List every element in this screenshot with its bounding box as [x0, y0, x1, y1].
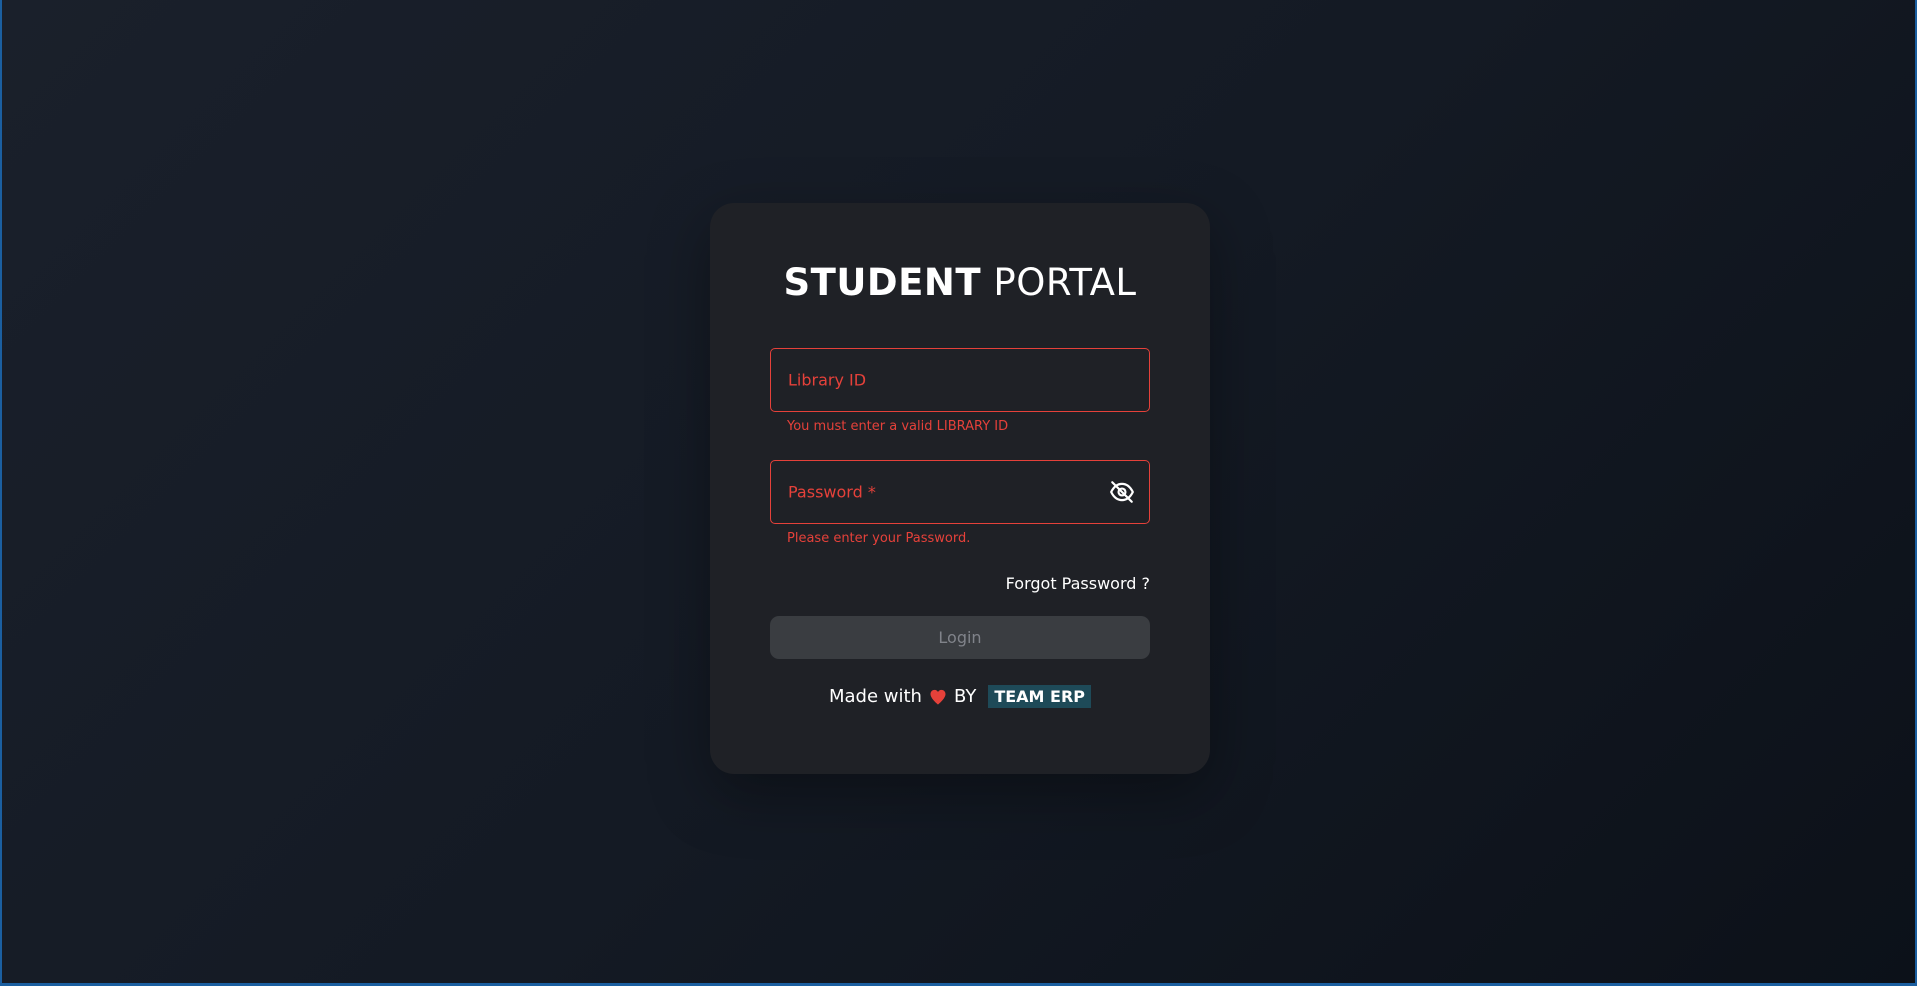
login-card: STUDENT PORTAL Library ID You must enter… [710, 203, 1210, 774]
password-field[interactable]: Password * [770, 460, 1150, 524]
team-badge: TEAM ERP [988, 685, 1092, 708]
forgot-password-link[interactable]: Forgot Password ? [1006, 574, 1150, 593]
made-with-text: Made with [828, 686, 922, 707]
eye-off-icon[interactable] [1109, 479, 1135, 505]
footer-credit: Made with BY TEAM ERP [710, 685, 1210, 708]
page-title: STUDENT PORTAL [710, 261, 1210, 304]
heart-icon [928, 687, 948, 707]
library-id-field[interactable]: Library ID [770, 348, 1150, 412]
by-text: BY [953, 686, 977, 707]
library-id-placeholder: Library ID [788, 370, 867, 390]
title-light: PORTAL [993, 261, 1137, 304]
password-error: Please enter your Password. [787, 531, 971, 546]
password-placeholder: Password * [788, 482, 876, 502]
library-id-error: You must enter a valid LIBRARY ID [787, 419, 1009, 434]
title-bold: STUDENT [783, 261, 982, 304]
login-button[interactable]: Login [770, 616, 1150, 659]
